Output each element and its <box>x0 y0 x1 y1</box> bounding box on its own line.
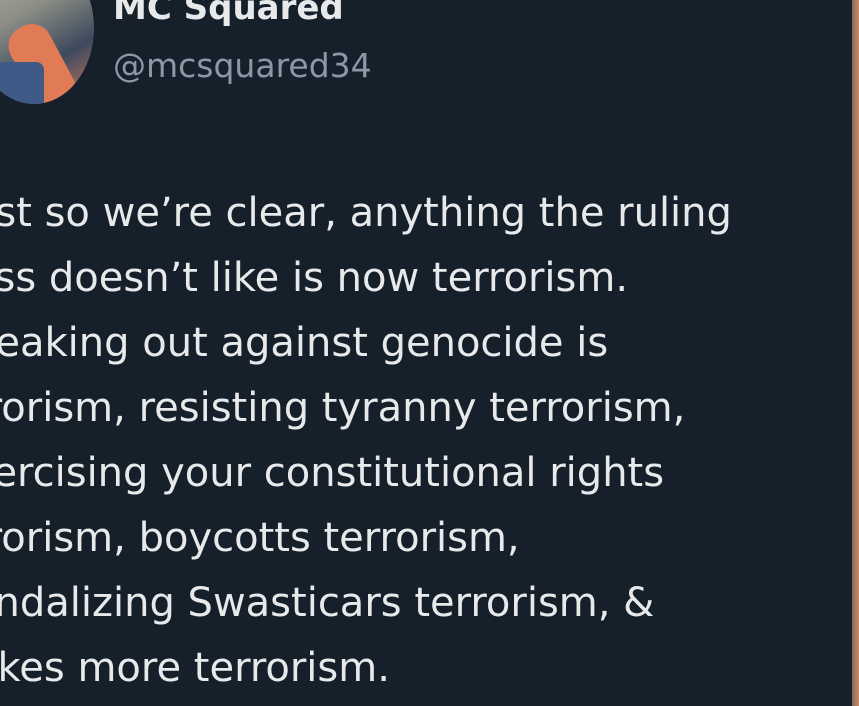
tweet-text-line: xercising your constitutional rights <box>0 450 665 496</box>
author-display-name[interactable]: MC Squared <box>113 0 344 28</box>
tweet-text-line: andalizing Swasticars terrorism, & <box>0 580 655 626</box>
tweet-text-line: ass doesn’t like is now terrorism. <box>0 255 629 301</box>
tweet-text-line: rikes more terrorism. <box>0 645 390 691</box>
background-edge <box>852 0 859 706</box>
tweet-card: MC Squared @mcsquared34 ust so we’re cle… <box>0 0 852 706</box>
avatar[interactable] <box>0 0 94 104</box>
tweet-text-line: ust so we’re clear, anything the ruling <box>0 190 732 236</box>
tweet-text-line: peaking out against genocide is <box>0 320 609 366</box>
tweet-text-line: rrorism, boycotts terrorism, <box>0 515 520 561</box>
author-handle[interactable]: @mcsquared34 <box>113 46 372 85</box>
tweet-text: ust so we’re clear, anything the ruling … <box>0 181 852 701</box>
avatar-detail <box>0 62 44 104</box>
tweet-text-line: rrorism, resisting tyranny terrorism, <box>0 385 686 431</box>
